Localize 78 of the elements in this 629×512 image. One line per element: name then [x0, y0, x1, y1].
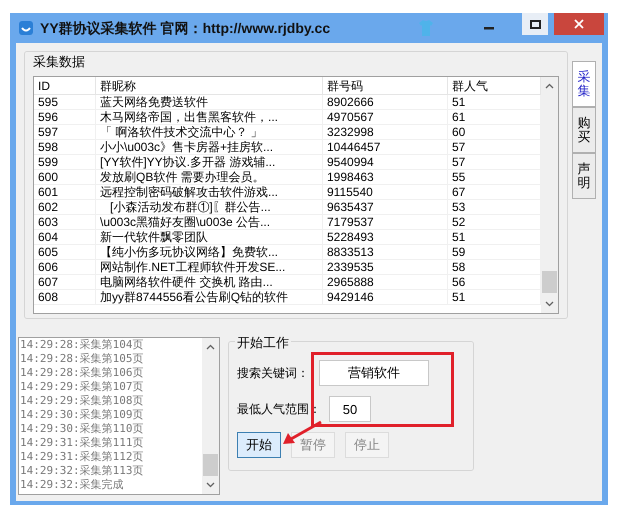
table-cell: 「 啊洛软件技术交流中心？ 」: [96, 125, 323, 139]
column-header[interactable]: 群号码: [323, 77, 448, 94]
table-cell: 4970567: [323, 110, 448, 124]
table-cell: 网站制作.NET工程师软件开发SE...: [96, 260, 323, 274]
input-field[interactable]: 营销软件: [319, 360, 429, 386]
table-cell: 606: [34, 260, 96, 274]
table-cell: 8833513: [323, 245, 448, 259]
table-cell: 600: [34, 170, 96, 184]
table-cell: 9429146: [323, 290, 448, 304]
table-cell: 595: [34, 95, 96, 109]
field-label: 最低人气范围：: [237, 401, 322, 418]
scroll-down-icon[interactable]: [206, 482, 215, 488]
table-cell: 10446457: [323, 140, 448, 154]
table-cell: 9635437: [323, 200, 448, 214]
log-line: 14:29:31:采集第111页: [20, 436, 144, 450]
table-cell: 发放刷QB软件 需要办理会员。: [96, 170, 323, 184]
table-cell: 607: [34, 275, 96, 289]
action-button[interactable]: 开始: [237, 432, 281, 458]
table-cell: 596: [34, 110, 96, 124]
table-cell: 601: [34, 185, 96, 199]
table-cell: 加yy群8744556看公告刷Q钻的软件: [96, 290, 323, 304]
window-title: YY群协议采集软件 官网：http://www.rjdby.cc: [40, 18, 330, 38]
log-line: 14:29:30:采集第109页: [20, 408, 144, 422]
log-line: 14:29:31:采集第112页: [20, 450, 144, 464]
close-button[interactable]: [554, 13, 604, 35]
maximize-button[interactable]: [522, 13, 548, 35]
scroll-up-icon[interactable]: [545, 83, 554, 89]
log-line: 14:29:29:采集第107页: [20, 380, 144, 394]
scroll-thumb[interactable]: [203, 454, 218, 476]
table-cell: 木马网络帝国，出售黑客软件，...: [96, 110, 323, 124]
scrollbar[interactable]: [202, 338, 219, 494]
table-cell: 小小\u003c》售卡房器+挂房软...: [96, 140, 323, 154]
table-cell: 3232998: [323, 125, 448, 139]
table-cell: 597: [34, 125, 96, 139]
log-line: 14:29:32:采集第113页: [20, 464, 144, 478]
table-cell: 603: [34, 215, 96, 229]
table-cell: 602: [34, 200, 96, 214]
column-header[interactable]: ID: [34, 77, 96, 94]
table-cell: 599: [34, 155, 96, 169]
side-tab[interactable]: 声明: [572, 153, 596, 199]
scroll-up-icon[interactable]: [206, 344, 215, 350]
table-cell: 605: [34, 245, 96, 259]
table-cell: 9540994: [323, 155, 448, 169]
minimize-icon[interactable]: [484, 26, 494, 30]
table-cell: 9115540: [323, 185, 448, 199]
log-line: 14:29:28:采集第104页: [20, 338, 144, 352]
table-cell: 2339535: [323, 260, 448, 274]
log-line: 14:29:28:采集第105页: [20, 352, 144, 366]
input-field[interactable]: 50: [329, 396, 371, 422]
table-cell: [小森活动发布群①]〖群公告...: [96, 200, 323, 214]
table-cell: 电脑网络软件硬件 交换机 路由...: [96, 275, 323, 289]
table-cell: 7179537: [323, 215, 448, 229]
log-line: 14:29:28:采集第106页: [20, 366, 144, 380]
table-cell: 604: [34, 230, 96, 244]
table-cell: 【纯小伤多玩协议网络】免费软...: [96, 245, 323, 259]
table-cell: 2965888: [323, 275, 448, 289]
app-icon: [18, 20, 34, 36]
log-line: 14:29:32:采集完成: [20, 478, 125, 492]
column-header[interactable]: 群昵称: [96, 77, 323, 94]
table-cell: 608: [34, 290, 96, 304]
table-cell: 598: [34, 140, 96, 154]
table-cell: 蓝天网络免费送软件: [96, 95, 323, 109]
side-tab[interactable]: 购买: [572, 107, 596, 153]
table-cell: \u003c黑猫好友圈\u003e 公告...: [96, 215, 323, 229]
table-cell: [YY软件]YY协议.多开器 游戏辅...: [96, 155, 323, 169]
table-cell: 远程控制密码破解攻击软件游戏...: [96, 185, 323, 199]
table-cell: 5228493: [323, 230, 448, 244]
close-icon: [574, 19, 584, 29]
log-line: 14:29:29:采集第108页: [20, 394, 144, 408]
log-line: 14:29:30:采集第110页: [20, 422, 144, 436]
scrollbar[interactable]: [541, 77, 558, 313]
field-label: 搜索关键词：: [237, 365, 310, 382]
scroll-thumb[interactable]: [542, 271, 557, 293]
table-cell: 1998463: [323, 170, 448, 184]
table-cell: 8902666: [323, 95, 448, 109]
table-cell: 新一代软件飘零团队: [96, 230, 323, 244]
scroll-down-icon[interactable]: [545, 301, 554, 307]
side-tab[interactable]: 采集: [572, 61, 596, 107]
